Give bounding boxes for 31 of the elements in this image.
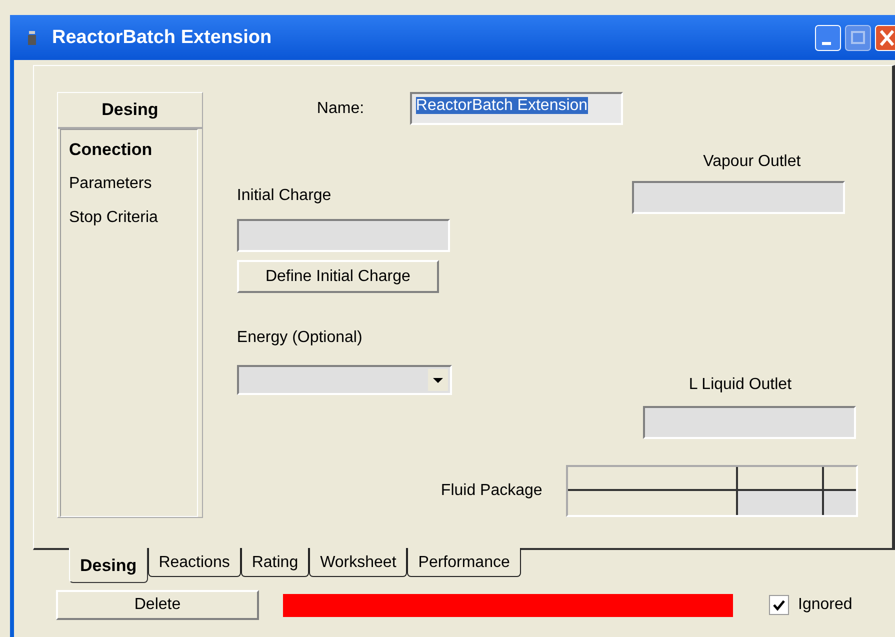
tab[interactable]: Desing <box>69 548 148 583</box>
fluid-package-label: Fluid Package <box>440 482 542 500</box>
liquid-outlet-field[interactable] <box>642 406 856 439</box>
window-title: ReactorBatch Extension <box>52 26 273 48</box>
fluid-package-table[interactable] <box>566 465 858 517</box>
sidebar-title: Desing <box>58 93 202 129</box>
initial-charge-field[interactable] <box>236 219 450 252</box>
liquid-outlet-label: L Liquid Outlet <box>688 376 793 394</box>
sidebar-item[interactable]: Conection <box>69 138 197 172</box>
checkmark-icon <box>773 599 785 611</box>
define-initial-charge-button[interactable]: Define Initial Charge <box>236 260 439 293</box>
tab[interactable]: Performance <box>407 548 521 577</box>
tab[interactable]: Reactions <box>148 548 241 577</box>
close-icon[interactable] <box>875 24 895 50</box>
energy-label: Energy (Optional) <box>236 329 364 347</box>
vapour-outlet-field[interactable] <box>632 181 845 214</box>
vapour-outlet-label: Vapour Outlet <box>703 153 801 171</box>
name-field[interactable]: ReactorBatch Extension <box>410 92 623 125</box>
maximize-icon <box>845 24 871 50</box>
ignored-label: Ignored <box>798 596 852 614</box>
ignored-checkbox[interactable] <box>769 595 789 615</box>
name-label: Name: <box>316 100 366 118</box>
energy-dropdown[interactable] <box>236 365 452 395</box>
initial-charge-label: Initial Charge <box>236 187 332 205</box>
tab[interactable]: Rating <box>240 548 310 577</box>
sidebar-item[interactable]: Stop Criteria <box>69 206 197 240</box>
sidebar-item[interactable]: Parameters <box>69 172 197 206</box>
app-icon <box>28 30 36 44</box>
minimize-icon[interactable] <box>815 24 841 50</box>
delete-button[interactable]: Delete <box>56 590 259 620</box>
tab[interactable]: Worksheet <box>309 548 408 577</box>
